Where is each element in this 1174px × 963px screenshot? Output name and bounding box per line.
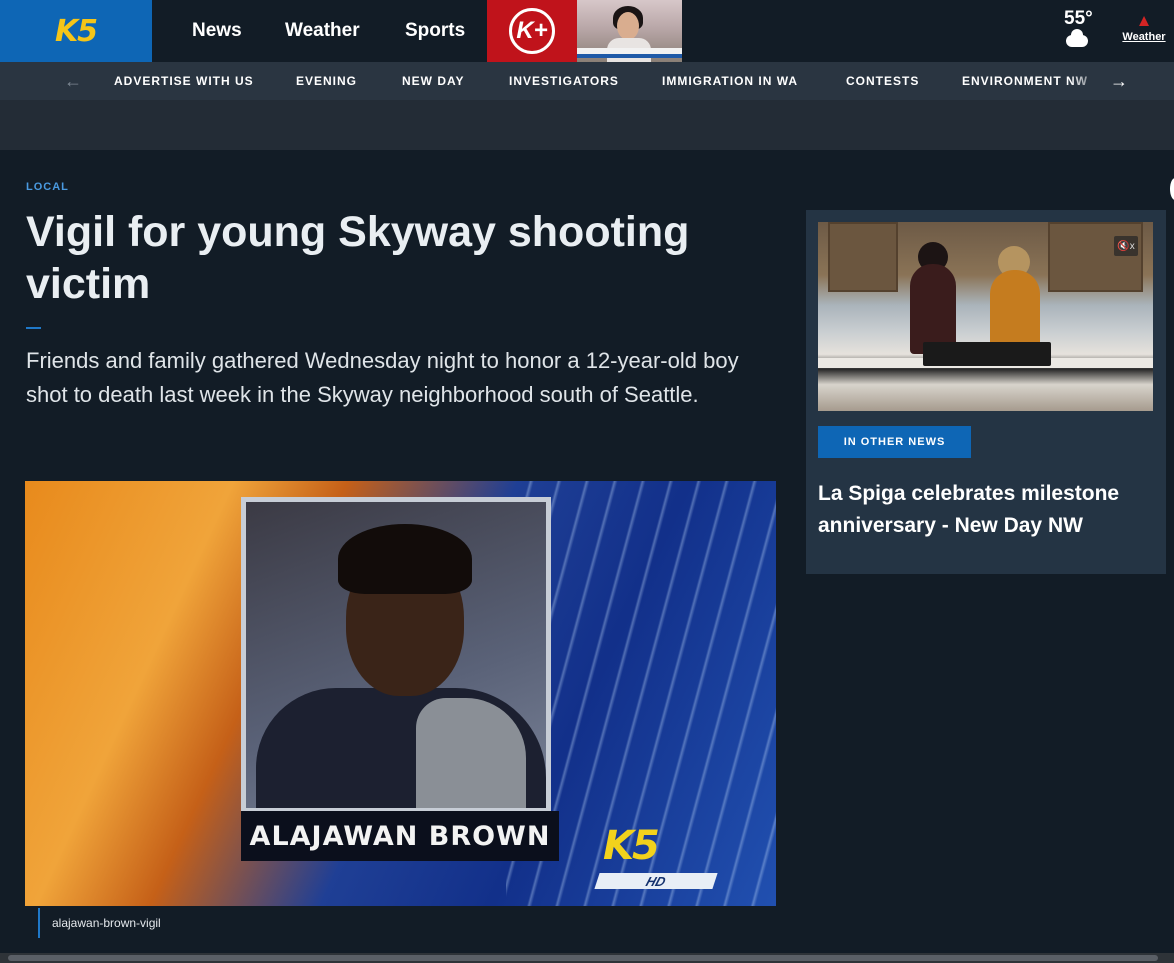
portrait-frame [241,497,551,813]
mute-icon[interactable]: 🔇x [1114,236,1138,256]
nav-news[interactable]: News [192,0,242,62]
ad-band [0,100,1174,150]
live-promo-thumbnail[interactable] [577,0,682,62]
portrait-hair [338,524,472,594]
kplus-button[interactable]: K+ [487,0,577,62]
station-logo-text: K5 [54,13,98,49]
promo-ticker-strip [577,54,682,58]
nav-sports[interactable]: Sports [405,0,465,62]
current-temperature[interactable]: 55° [1064,8,1093,30]
site-header: K5 News Weather Sports K+ 55° ▲ Weather [0,0,1174,62]
section-nav: ← ADVERTISE WITH US EVENING NEW DAY INVE… [0,62,1174,100]
video-cabinet-right [1048,222,1143,292]
weather-alert-link[interactable]: ▲ Weather [1120,11,1168,43]
other-news-card: 🔇x IN OTHER NEWS La Spiga celebrates mil… [806,210,1166,574]
section-nav-item-investigators[interactable]: INVESTIGATORS [509,62,619,100]
station-logo[interactable]: K5 [0,0,152,62]
nav-weather[interactable]: Weather [285,0,360,62]
other-news-title[interactable]: La Spiga celebrates milestone anniversar… [818,478,1158,542]
hero-hd-badge: HD [594,873,718,889]
weather-alert-label: Weather [1122,31,1166,43]
scrollbar-thumb[interactable] [8,955,1158,961]
article-summary: Friends and family gathered Wednesday ni… [26,348,739,407]
warning-icon: ▲ [1135,11,1153,30]
article-hero-image[interactable]: ALAJAWAN BROWN K5 HD [25,481,776,906]
hero-nameplate: ALAJAWAN BROWN [241,811,559,861]
nav-prev-arrow-icon[interactable]: ← [64,62,82,100]
section-nav-item-evening[interactable]: EVENING [296,62,357,100]
article-category[interactable]: LOCAL [26,181,69,193]
section-nav-item-new-day[interactable]: NEW DAY [402,62,465,100]
headline-divider [26,327,41,329]
horizontal-scrollbar[interactable] [0,953,1174,963]
section-nav-item-advertise[interactable]: ADVERTISE WITH US [114,62,254,100]
section-nav-item-immigration[interactable]: IMMIGRATION IN WA [662,62,798,100]
section-nav-item-contests[interactable]: CONTESTS [846,62,919,100]
image-caption: alajawan-brown-vigil [38,908,161,938]
kplus-icon: K+ [509,8,555,54]
nav-next-arrow-icon[interactable]: → [1110,62,1128,100]
anchor-face [617,12,639,40]
cloud-icon [1066,29,1088,47]
video-host-body [910,264,956,354]
edge-indicator [1170,178,1174,200]
hero-station-logo: K5 [603,823,660,869]
other-news-badge[interactable]: IN OTHER NEWS [818,426,971,458]
video-cabinet-left [828,222,898,292]
other-news-video[interactable]: 🔇x [818,222,1153,411]
section-nav-fade [1070,62,1104,100]
article-headline: Vigil for young Skyway shooting victim [26,208,690,308]
video-stove [923,342,1051,366]
